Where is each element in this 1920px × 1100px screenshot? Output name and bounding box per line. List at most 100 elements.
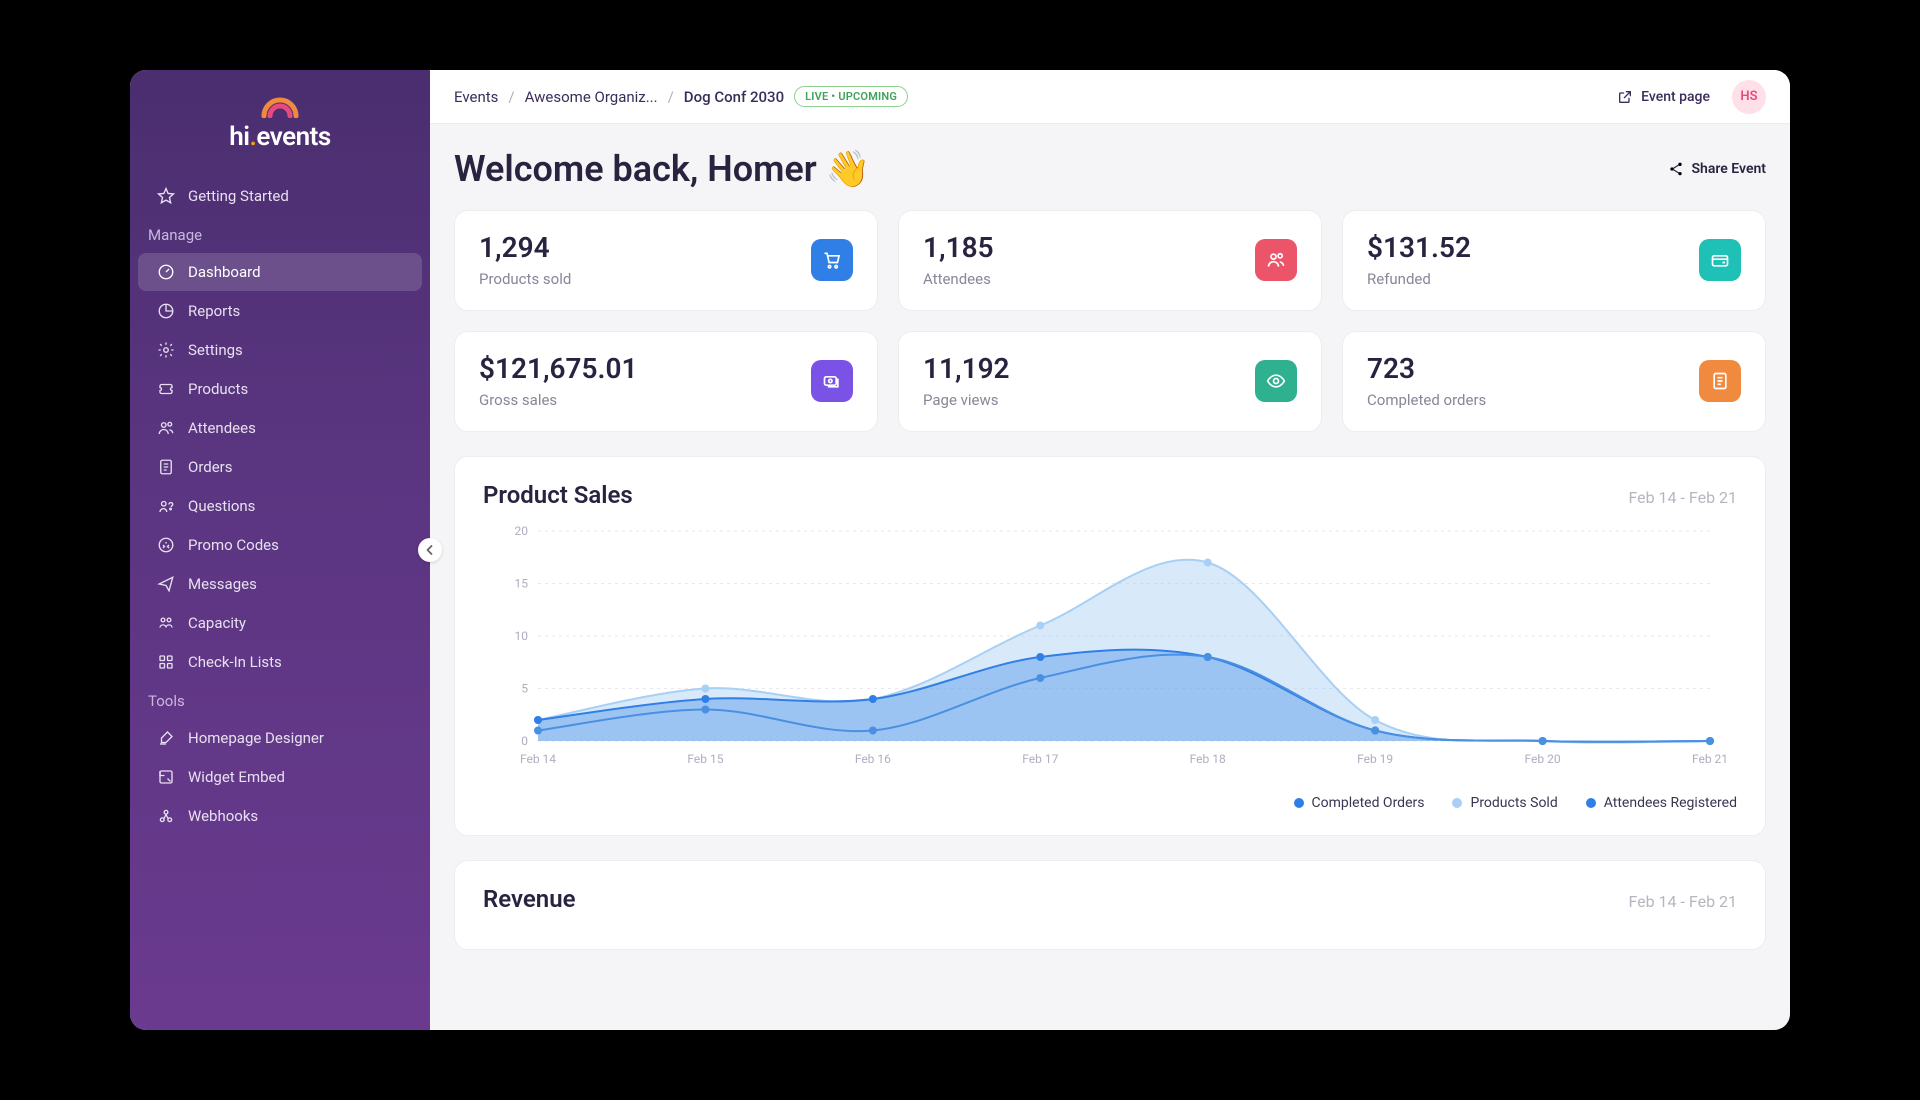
sidebar-item-dashboard[interactable]: Dashboard — [138, 253, 422, 291]
chart-range: Feb 14 - Feb 21 — [1628, 488, 1737, 507]
nav-label: Questions — [188, 497, 255, 515]
chart-range: Feb 14 - Feb 21 — [1628, 892, 1737, 911]
app-window: hi.events Getting StartedManageDashboard… — [130, 70, 1790, 1030]
refund-icon — [1699, 239, 1741, 281]
nav-label: Dashboard — [188, 263, 261, 281]
cash-icon — [811, 360, 853, 402]
scroll-area[interactable]: Welcome back, Homer 👋 Share Event 1,294P… — [430, 124, 1790, 1030]
users-icon — [156, 418, 176, 438]
legend-item: Completed Orders — [1294, 795, 1425, 811]
gear-icon — [156, 340, 176, 360]
stat-card-attendees: 1,185Attendees — [898, 210, 1322, 311]
legend-dot-icon — [1452, 798, 1462, 808]
nav-label: Widget Embed — [188, 768, 285, 786]
svg-text:Feb 18: Feb 18 — [1190, 752, 1226, 766]
share-event-button[interactable]: Share Event — [1668, 161, 1767, 177]
breadcrumb-sep: / — [508, 88, 514, 106]
gauge-icon — [156, 262, 176, 282]
sidebar-item-products[interactable]: Products — [138, 370, 422, 408]
external-link-icon — [1617, 89, 1633, 105]
stat-card-page-views: 11,192 Page views — [898, 331, 1322, 432]
star-icon — [156, 186, 176, 206]
users-icon — [1255, 239, 1297, 281]
svg-text:Feb 19: Feb 19 — [1357, 752, 1393, 766]
svg-text:20: 20 — [515, 524, 529, 538]
legend-dot-icon — [1294, 798, 1304, 808]
sidebar-item-messages[interactable]: Messages — [138, 565, 422, 603]
stat-value: 723 — [1367, 354, 1486, 385]
sidebar-item-check-in-lists[interactable]: Check-In Lists — [138, 643, 422, 681]
sidebar-item-questions[interactable]: Questions — [138, 487, 422, 525]
stat-label: Page views — [923, 391, 1010, 409]
svg-text:Feb 16: Feb 16 — [855, 752, 891, 766]
sidebar-item-widget-embed[interactable]: Widget Embed — [138, 758, 422, 796]
question-icon — [156, 496, 176, 516]
webhook-icon — [156, 806, 176, 826]
stat-value: 1,294 — [479, 233, 571, 264]
legend-dot-icon — [1586, 798, 1596, 808]
stat-label: Gross sales — [479, 391, 638, 409]
nav-label: Settings — [188, 341, 243, 359]
nav-label: Getting Started — [188, 187, 289, 205]
share-icon — [1668, 161, 1684, 177]
svg-text:Feb 17: Feb 17 — [1022, 752, 1058, 766]
stat-card-gross-sales: $121,675.01 Gross sales — [454, 331, 878, 432]
legend-label: Attendees Registered — [1604, 795, 1737, 811]
nav-label: Homepage Designer — [188, 729, 324, 747]
sidebar-item-attendees[interactable]: Attendees — [138, 409, 422, 447]
sidebar-item-settings[interactable]: Settings — [138, 331, 422, 369]
sidebar-item-webhooks[interactable]: Webhooks — [138, 797, 422, 835]
grid-icon — [156, 652, 176, 672]
svg-text:Feb 21: Feb 21 — [1692, 752, 1728, 766]
brush-icon — [156, 728, 176, 748]
svg-text:15: 15 — [515, 576, 529, 590]
nav-label: Messages — [188, 575, 257, 593]
stat-label: Refunded — [1367, 270, 1471, 288]
capacity-icon — [156, 613, 176, 633]
sidebar-item-reports[interactable]: Reports — [138, 292, 422, 330]
sidebar-item-getting-started[interactable]: Getting Started — [138, 177, 422, 215]
nav-label: Reports — [188, 302, 240, 320]
sidebar-item-orders[interactable]: Orders — [138, 448, 422, 486]
avatar[interactable]: HS — [1732, 80, 1766, 114]
nav-label: Orders — [188, 458, 233, 476]
logo-text: hi.events — [229, 122, 330, 152]
embed-icon — [156, 767, 176, 787]
nav-section-label: Tools — [130, 682, 430, 718]
nav-label: Attendees — [188, 419, 256, 437]
svg-text:Feb 15: Feb 15 — [687, 752, 723, 766]
breadcrumb-root[interactable]: Events — [454, 88, 498, 106]
breadcrumb: Events / Awesome Organiz... / Dog Conf 2… — [454, 86, 908, 107]
stat-value: 1,185 — [923, 233, 994, 264]
sidebar-item-homepage-designer[interactable]: Homepage Designer — [138, 719, 422, 757]
sidebar-collapse-button[interactable] — [418, 538, 442, 562]
logo-arc-icon — [260, 94, 300, 118]
stats-grid: 1,294Products sold1,185Attendees$131.52R… — [454, 210, 1766, 432]
nav-label: Products — [188, 380, 248, 398]
stat-card-refunded: $131.52Refunded — [1342, 210, 1766, 311]
stat-value: $121,675.01 — [479, 354, 638, 385]
legend-item: Products Sold — [1452, 795, 1557, 811]
legend-item: Attendees Registered — [1586, 795, 1737, 811]
breadcrumb-sep: / — [668, 88, 674, 106]
page-title: Welcome back, Homer 👋 — [454, 148, 871, 190]
svg-text:10: 10 — [515, 629, 529, 643]
breadcrumb-event[interactable]: Dog Conf 2030 — [684, 88, 784, 106]
sidebar-item-promo-codes[interactable]: Promo Codes — [138, 526, 422, 564]
pie-icon — [156, 301, 176, 321]
stat-value: 11,192 — [923, 354, 1010, 385]
topbar: Events / Awesome Organiz... / Dog Conf 2… — [430, 70, 1790, 124]
nav-label: Promo Codes — [188, 536, 279, 554]
product-sales-card: Product Sales Feb 14 - Feb 21 05101520Fe… — [454, 456, 1766, 836]
breadcrumb-org[interactable]: Awesome Organiz... — [525, 88, 658, 106]
send-icon — [156, 574, 176, 594]
revenue-card: Revenue Feb 14 - Feb 21 — [454, 860, 1766, 950]
stat-card-products-sold: 1,294Products sold — [454, 210, 878, 311]
svg-text:Feb 20: Feb 20 — [1525, 752, 1561, 766]
event-page-link[interactable]: Event page — [1617, 89, 1710, 105]
logo[interactable]: hi.events — [130, 94, 430, 176]
sidebar: hi.events Getting StartedManageDashboard… — [130, 70, 430, 1030]
sidebar-item-capacity[interactable]: Capacity — [138, 604, 422, 642]
legend-label: Products Sold — [1470, 795, 1557, 811]
stat-card-completed-orders: 723Completed orders — [1342, 331, 1766, 432]
